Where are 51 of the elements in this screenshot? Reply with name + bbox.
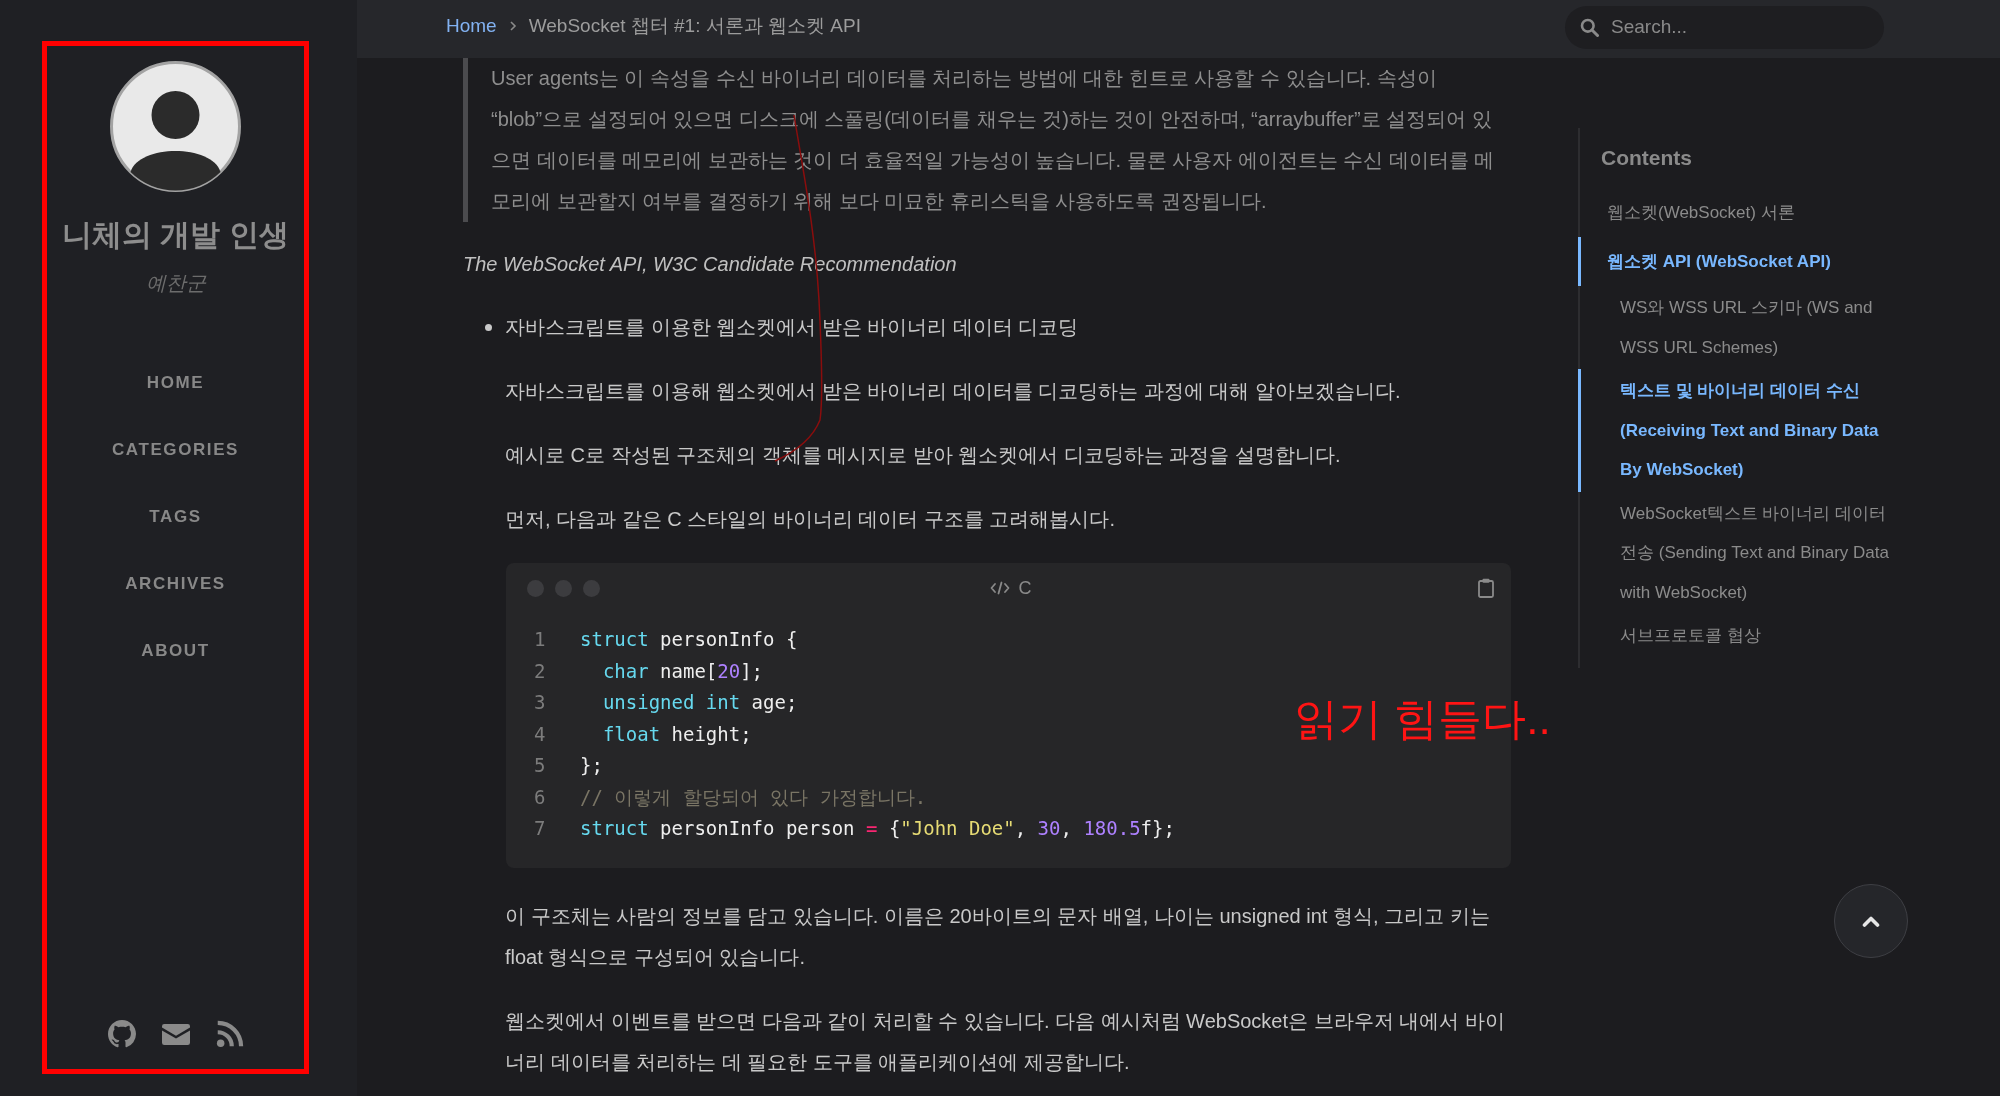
bullet-icon <box>485 324 492 331</box>
clipboard-icon[interactable] <box>1478 578 1494 598</box>
code-line: char name[20]; <box>601 658 764 684</box>
line-number: 3 <box>534 690 547 715</box>
nav-link[interactable]: CATEGORIES <box>111 436 240 463</box>
toc-link[interactable]: WebSocket텍스트 바이너리 데이터 전송 (Sending Text and Binary Data with WebSocket) <box>1578 491 1908 614</box>
line-number: 2 <box>534 658 547 684</box>
paragraph: 이 구조체는 사람의 정보를 담고 있습니다. 이름은 20바이트의 문자 배열, 나이는 unsigned int 형식, 그리고 키는 float 형식으로 구성되어 있습니다. <box>505 903 1491 970</box>
line-number: 1 <box>534 627 547 652</box>
caret-up-icon <box>1862 915 1880 927</box>
nav-link[interactable]: TAGS <box>149 503 202 530</box>
list-item-text: 자바스크립트를 이용한 웹소켓에서 받은 바이너리 데이터 디코딩 <box>505 315 1080 340</box>
toc-title: Contents <box>1601 145 1693 171</box>
nav-link[interactable]: HOME <box>146 369 205 396</box>
chevron-icon <box>508 20 517 32</box>
language-label: C <box>1018 577 1032 600</box>
search-icon <box>1580 17 1599 37</box>
rss-icon[interactable] <box>215 1020 244 1048</box>
annotation-note: 읽기 힘들다.. <box>1294 693 1551 745</box>
blog-subtitle: 예찬군 <box>145 271 206 296</box>
blog-title: 니체의 개발 인생 <box>62 217 289 253</box>
envelope-icon[interactable] <box>161 1023 190 1045</box>
code-line: struct personInfo { <box>580 627 798 652</box>
line-number: 4 <box>534 721 547 747</box>
toc-link[interactable]: 웹소켓 API (WebSocket API) <box>1578 237 1908 286</box>
line-number: 7 <box>534 816 547 841</box>
code-line: // 이렇게 할당되어 있다 가정합니다. <box>580 784 927 810</box>
code-line: struct personInfo person = {"John Doe", 30, 180.5f}; <box>580 816 1175 841</box>
line-number: 5 <box>534 753 547 778</box>
breadcrumb-current: WebSocket 챕터 #1: 서론과 웹소켓 API <box>528 14 861 38</box>
nav-link[interactable]: ABOUT <box>141 637 210 664</box>
toc-link[interactable]: 웹소켓(WebSocket) 서론 <box>1578 188 1908 237</box>
window-dot-icon <box>555 579 572 597</box>
code-line: }; <box>580 753 603 778</box>
paragraph: 웹소켓에서 이벤트를 받으면 다음과 같이 처리할 수 있습니다. 다음 예시처럼 WebSocket은 브라우저 내에서 바이너리 데이터를 처리하는 데 필요한 도구를 애플리케이션에 제공합니다. <box>505 1008 1506 1075</box>
code-icon <box>989 581 1010 595</box>
caption-text: The WebSocket API, W3C Candidate Recommendation <box>463 252 958 277</box>
window-dot-icon <box>583 579 600 597</box>
search-field[interactable]: Search... <box>1565 5 1884 49</box>
window-dot-icon <box>527 579 544 597</box>
code-line: float height; <box>601 721 752 747</box>
nav-link[interactable]: ARCHIVES <box>125 570 226 597</box>
paragraph: 먼저, 다음과 같은 C 스타일의 바이너리 데이터 구조를 고려해봅시다. <box>505 507 1116 532</box>
github-icon[interactable] <box>107 1020 136 1048</box>
line-number: 6 <box>534 784 547 810</box>
toc-link[interactable]: 텍스트 및 바이너리 데이터 수신 (Receiving Text and Binary Data By WebSocket) <box>1578 369 1908 492</box>
toc-link[interactable]: 서브프로토콜 협상 <box>1578 614 1908 658</box>
breadcrumb-link[interactable]: Home <box>446 13 497 39</box>
paragraph: 자바스크립트를 이용해 웹소켓에서 받은 바이너리 데이터를 디코딩하는 과정에 대해 알아보겠습니다. <box>505 379 1402 404</box>
toc-link[interactable]: WS와 WSS URL 스키마 (WS and WSS URL Schemes) <box>1578 286 1908 369</box>
code-line: unsigned int age; <box>601 690 798 715</box>
